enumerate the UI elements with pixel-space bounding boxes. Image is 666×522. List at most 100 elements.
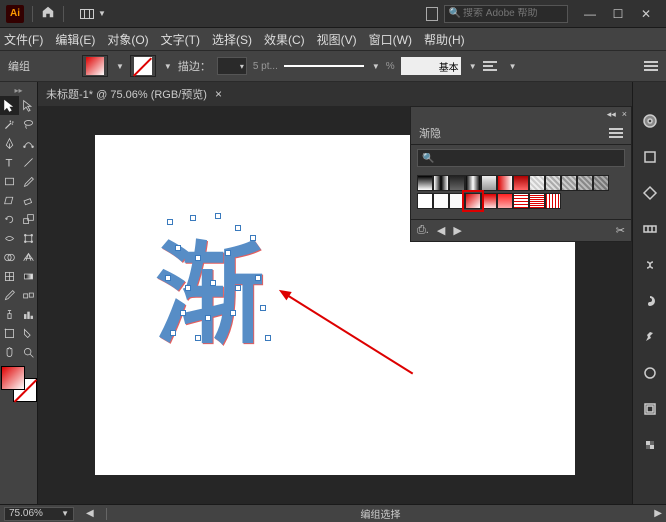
swatch-item[interactable] (577, 175, 593, 191)
menu-window[interactable]: 窗口(W) (369, 31, 412, 48)
menu-file[interactable]: 文件(F) (4, 31, 43, 48)
swatch-item[interactable] (513, 193, 529, 209)
selection-tool-icon[interactable] (0, 96, 19, 115)
swatch-item[interactable] (561, 175, 577, 191)
swatch-item[interactable] (449, 193, 465, 209)
swatch-item[interactable] (433, 193, 449, 209)
eraser-tool-icon[interactable] (19, 191, 38, 210)
swatch-item-selected[interactable] (465, 193, 481, 209)
blend-tool-icon[interactable] (19, 286, 38, 305)
stroke-panel-icon[interactable] (641, 292, 659, 310)
swatch-item[interactable] (449, 175, 465, 191)
fill-color-icon[interactable] (1, 366, 25, 390)
search-box[interactable]: 🔍 (444, 5, 568, 23)
swatch-item[interactable] (593, 175, 609, 191)
fill-stroke-indicator[interactable] (1, 366, 37, 402)
align-icon[interactable] (483, 58, 501, 74)
swatches-panel-icon[interactable] (641, 184, 659, 202)
prev-icon[interactable]: ◀ (437, 224, 445, 237)
transparency-panel-icon[interactable] (641, 436, 659, 454)
nav-prev-icon[interactable]: ◀ (86, 508, 94, 519)
chevron-down-icon[interactable]: ▼ (509, 62, 517, 71)
lasso-tool-icon[interactable] (19, 115, 38, 134)
stroke-swatch[interactable] (130, 55, 156, 77)
color-panel-icon[interactable] (641, 112, 659, 130)
brushes-panel-icon[interactable] (641, 220, 659, 238)
rectangle-tool-icon[interactable] (0, 172, 19, 191)
eyedropper-tool-icon[interactable] (0, 286, 19, 305)
symbol-sprayer-tool-icon[interactable] (0, 305, 19, 324)
hand-tool-icon[interactable] (0, 343, 19, 362)
collapse-panel-icon[interactable]: ◂◂ (607, 109, 616, 120)
expand-toolbox-icon[interactable]: ▸▸ (0, 86, 37, 96)
home-icon[interactable] (41, 5, 55, 22)
search-input[interactable] (463, 8, 563, 19)
properties-panel-icon[interactable] (641, 148, 659, 166)
scale-tool-icon[interactable] (19, 210, 38, 229)
direct-selection-tool-icon[interactable] (19, 96, 38, 115)
pen-tool-icon[interactable] (0, 134, 19, 153)
swatch-item[interactable] (529, 193, 545, 209)
trash-icon[interactable]: ✂ (616, 224, 625, 237)
shape-builder-tool-icon[interactable] (0, 248, 19, 267)
menu-help[interactable]: 帮助(H) (424, 31, 465, 48)
minimize-button[interactable]: — (576, 4, 604, 24)
opacity-label[interactable]: 5 pt... (253, 61, 278, 72)
layout-switch-icon[interactable] (80, 9, 94, 19)
swatch-item[interactable] (529, 175, 545, 191)
menu-edit[interactable]: 编辑(E) (55, 31, 95, 48)
artboard-tool-icon[interactable] (0, 324, 19, 343)
swatch-item[interactable] (433, 175, 449, 191)
shaper-tool-icon[interactable] (0, 191, 19, 210)
width-tool-icon[interactable] (0, 229, 19, 248)
chevron-down-icon[interactable]: ▼ (164, 62, 172, 71)
chevron-down-icon[interactable]: ▼ (116, 62, 124, 71)
gradient-panel[interactable]: ◂◂ × 渐隐 (410, 106, 632, 242)
chevron-down-icon[interactable]: ▼ (372, 62, 380, 71)
graphic-style-swatch[interactable]: 基本 (401, 57, 461, 75)
swatch-item[interactable] (513, 175, 529, 191)
graphic-styles-panel-icon[interactable] (641, 400, 659, 418)
gradient-tool-icon[interactable] (19, 267, 38, 286)
stroke-weight-input[interactable] (217, 57, 247, 75)
menu-view[interactable]: 视图(V) (317, 31, 357, 48)
panel-menu-icon[interactable] (609, 128, 623, 138)
chevron-down-icon[interactable]: ▼ (469, 62, 477, 71)
swatch-item[interactable] (481, 175, 497, 191)
close-tab-icon[interactable]: × (215, 87, 222, 101)
menu-select[interactable]: 选择(S) (212, 31, 252, 48)
document-tab[interactable]: 未标题-1* @ 75.06% (RGB/预览) × (38, 82, 632, 106)
close-panel-icon[interactable]: × (622, 109, 627, 119)
menu-type[interactable]: 文字(T) (161, 31, 200, 48)
stroke-dash-preview[interactable] (284, 63, 364, 69)
menu-object[interactable]: 对象(O) (107, 31, 148, 48)
panel-tab-gradient[interactable]: 渐隐 (419, 125, 441, 141)
canvas[interactable]: 渐 (38, 106, 632, 504)
panel-search-input[interactable] (417, 149, 625, 167)
mesh-tool-icon[interactable] (0, 267, 19, 286)
swatch-item[interactable] (417, 193, 433, 209)
chevron-down-icon[interactable]: ▼ (98, 9, 106, 18)
free-transform-tool-icon[interactable] (19, 229, 38, 248)
panel-menu-icon[interactable] (644, 61, 658, 71)
close-button[interactable]: ✕ (632, 4, 660, 24)
layers-panel-icon[interactable] (641, 328, 659, 346)
curvature-tool-icon[interactable] (19, 134, 38, 153)
paintbrush-tool-icon[interactable] (19, 172, 38, 191)
swatch-item[interactable] (497, 175, 513, 191)
swatch-library-icon[interactable]: ⎙. (417, 224, 429, 237)
swatch-item[interactable] (417, 175, 433, 191)
zoom-tool-icon[interactable] (19, 343, 38, 362)
nav-next-icon[interactable]: ▶ (654, 508, 662, 519)
symbols-panel-icon[interactable] (641, 256, 659, 274)
column-graph-tool-icon[interactable] (19, 305, 38, 324)
swatch-item[interactable] (545, 193, 561, 209)
swatch-item[interactable] (465, 175, 481, 191)
zoom-level-input[interactable]: 75.06% ▼ (4, 507, 74, 521)
perspective-grid-tool-icon[interactable] (19, 248, 38, 267)
document-icon[interactable] (426, 7, 438, 21)
fill-swatch[interactable] (82, 55, 108, 77)
slice-tool-icon[interactable] (19, 324, 38, 343)
menu-effect[interactable]: 效果(C) (264, 31, 305, 48)
swatch-item[interactable] (481, 193, 497, 209)
